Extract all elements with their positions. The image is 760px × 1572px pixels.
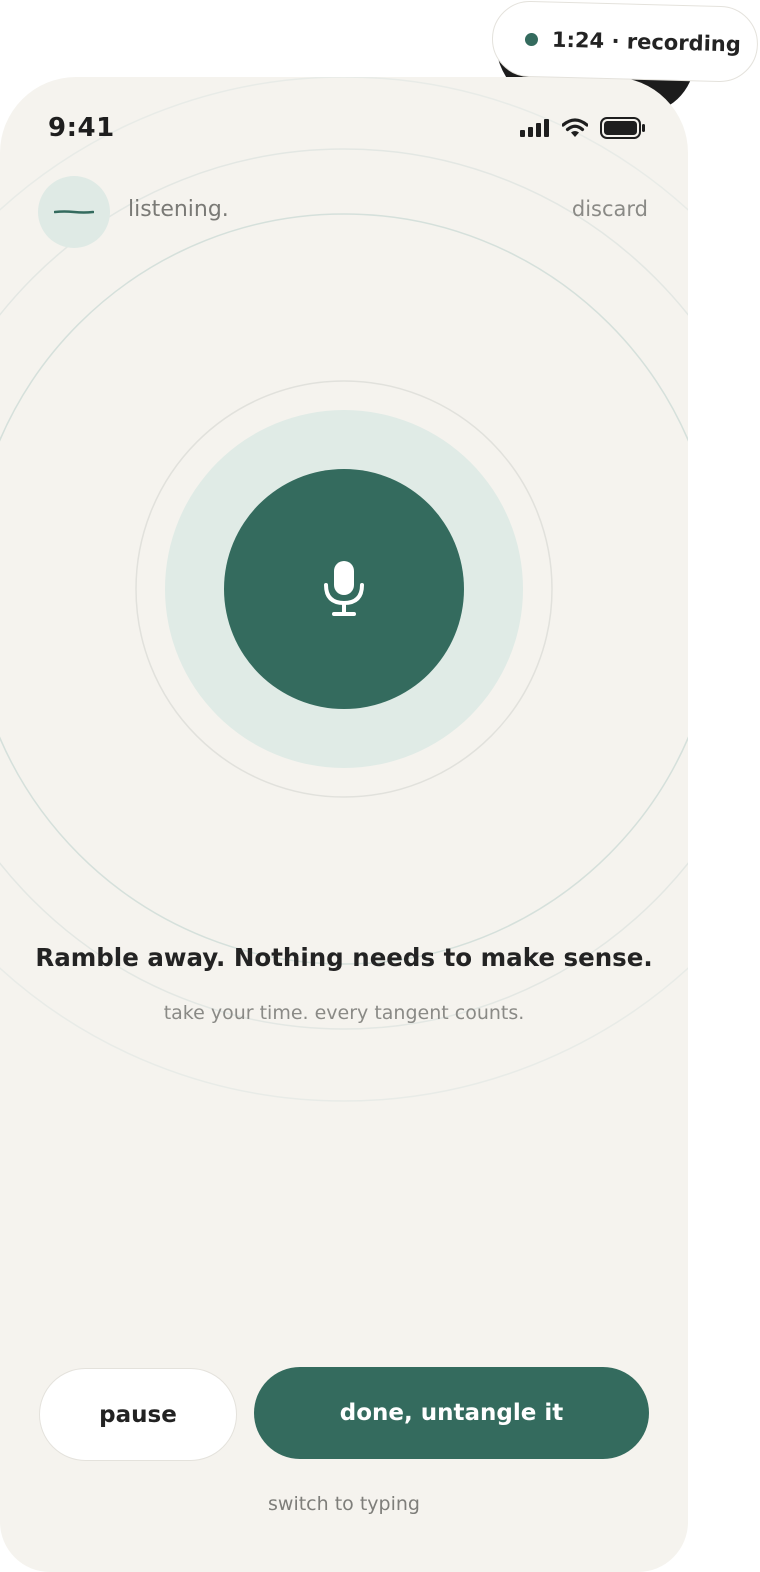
listening-label: listening. xyxy=(128,197,229,222)
switch-to-typing-link[interactable]: switch to typing xyxy=(0,1493,688,1515)
pause-button[interactable]: pause xyxy=(39,1368,237,1461)
discard-button[interactable]: discard xyxy=(572,197,648,221)
recording-pill: 1:24 · recording xyxy=(491,0,759,83)
recording-dot xyxy=(524,32,539,46)
status-icons xyxy=(520,117,646,139)
recording-separator: · xyxy=(611,29,620,54)
phone-screen: 9:41 listening. discard Ramble away. Not… xyxy=(0,77,688,1572)
mic-button[interactable] xyxy=(224,469,464,709)
prompt-subline: take your time. every tangent counts. xyxy=(163,1002,525,1024)
recording-timer: 1:24 xyxy=(551,27,605,53)
done-untangle-button[interactable]: done, untangle it xyxy=(254,1367,649,1459)
recording-label: recording xyxy=(626,29,742,57)
microphone-icon xyxy=(324,561,364,616)
listening-indicator xyxy=(38,176,110,248)
recording-status: 1:24 · recording xyxy=(552,28,741,57)
battery-icon xyxy=(600,117,645,139)
ripple-rings xyxy=(0,77,688,1102)
wifi-icon xyxy=(562,118,588,137)
prompt-headline: Ramble away. Nothing needs to make sense… xyxy=(35,943,653,972)
cellular-signal-icon xyxy=(520,119,549,137)
status-time: 9:41 xyxy=(48,113,115,143)
waveform-line-icon xyxy=(54,210,94,214)
